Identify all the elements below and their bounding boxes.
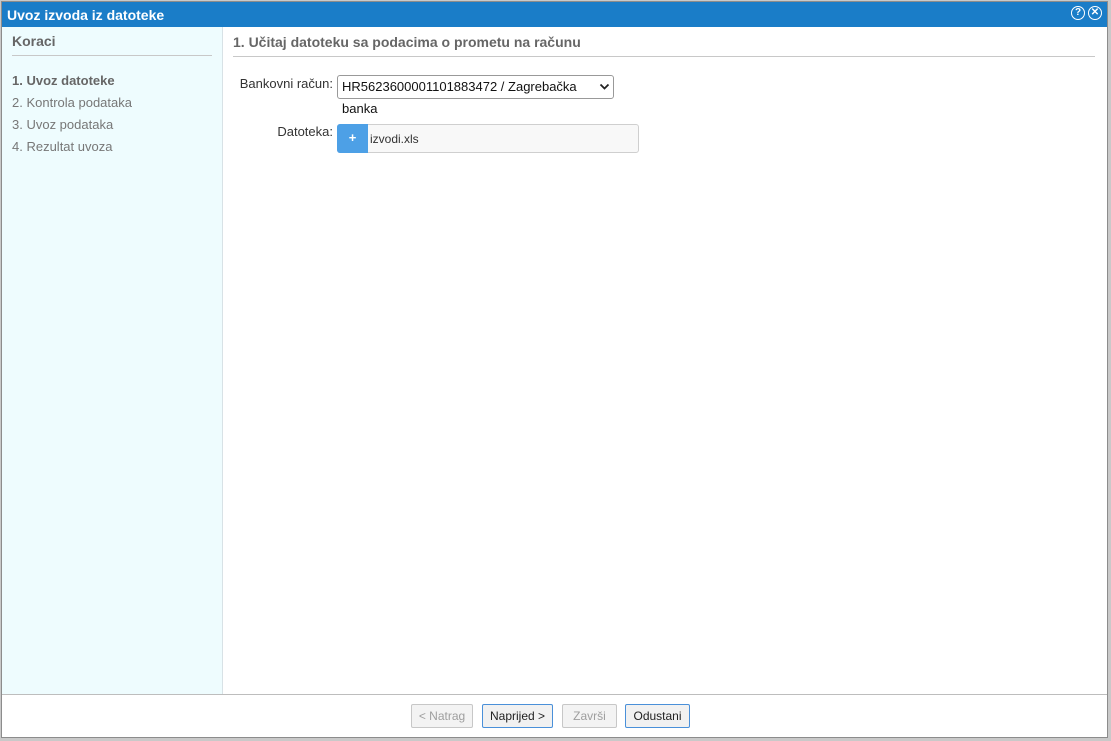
add-file-button[interactable]: +	[337, 124, 368, 153]
file-name: izvodi.xls	[370, 132, 419, 146]
steps-list: 1. Uvoz datoteke 2. Kontrola podataka 3.…	[12, 71, 132, 159]
file-upload-field[interactable]: + izvodi.xls	[337, 124, 639, 153]
bank-account-label: Bankovni račun:	[239, 76, 333, 91]
back-button[interactable]: < Natrag	[411, 704, 473, 728]
step-item-2: 2. Kontrola podataka	[12, 95, 132, 110]
main-panel: 1. Učitaj datoteku sa podacima o prometu…	[223, 27, 1107, 697]
close-icon[interactable]: ✕	[1088, 6, 1102, 20]
chevron-down-icon	[599, 76, 610, 105]
next-button[interactable]: Naprijed >	[482, 704, 553, 728]
cancel-button[interactable]: Odustani	[625, 704, 690, 728]
steps-sidebar: Koraci 1. Uvoz datoteke 2. Kontrola poda…	[2, 27, 223, 697]
dialog-window: Uvoz izvoda iz datoteke ? ✕ Koraci 1. Uv…	[1, 1, 1108, 738]
step-heading: 1. Učitaj datoteku sa podacima o prometu…	[233, 34, 1095, 57]
title-bar[interactable]: Uvoz izvoda iz datoteke ? ✕	[2, 2, 1107, 27]
step-item-3: 3. Uvoz podataka	[12, 117, 114, 132]
bank-account-select[interactable]: HR5623600001101883472 / Zagrebačka banka	[337, 75, 614, 116]
help-icon[interactable]: ?	[1071, 6, 1085, 20]
file-label: Datoteka:	[277, 124, 333, 139]
dialog-title: Uvoz izvoda iz datoteke	[7, 7, 165, 23]
step-item-4: 4. Rezultat uvoza	[12, 139, 113, 154]
bank-account-value: HR5623600001101883472 / Zagrebačka banka	[342, 79, 577, 116]
step-item-1: 1. Uvoz datoteke	[12, 73, 115, 88]
finish-button[interactable]: Završi	[562, 704, 617, 728]
dialog-footer: < Natrag Naprijed > Završi Odustani	[2, 694, 1107, 737]
sidebar-heading: Koraci	[12, 33, 212, 56]
